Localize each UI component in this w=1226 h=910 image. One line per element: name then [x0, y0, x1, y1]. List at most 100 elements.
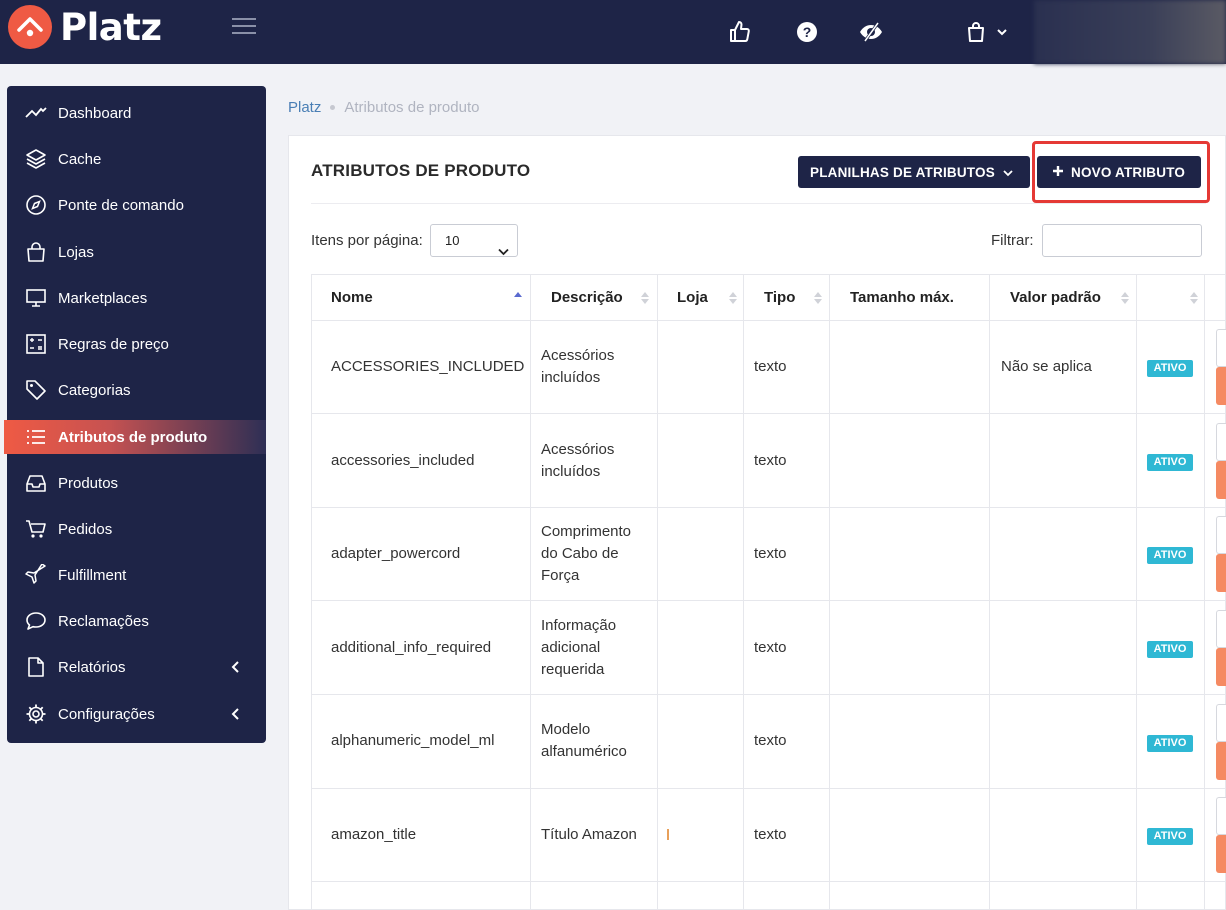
cell-description-line: alfanumérico	[541, 743, 627, 760]
filter-label: Filtrar:	[991, 232, 1034, 249]
column-header-valor-padrao[interactable]: Valor padrão	[1010, 275, 1101, 321]
chevron-left-icon	[231, 660, 241, 678]
edit-button[interactable]	[1216, 423, 1226, 461]
logo[interactable]: Platz	[8, 5, 162, 49]
delete-button[interactable]	[1216, 835, 1226, 873]
sidebar-item-atributos-de-produto[interactable]: Atributos de produto	[4, 420, 266, 454]
eye-slash-icon[interactable]	[858, 20, 882, 44]
sidebar-item-label: Lojas	[58, 243, 94, 261]
sidebar-item-label: Ponte de comando	[58, 196, 184, 214]
delete-button[interactable]	[1216, 648, 1226, 686]
cell-description-line: Modelo	[541, 721, 591, 738]
status-badge: ATIVO	[1147, 828, 1193, 845]
store-indicator	[667, 829, 669, 840]
table-header: Nome Descrição Loja Tipo Tamanho máx. Va…	[311, 275, 1226, 321]
status-badge: ATIVO	[1147, 547, 1193, 564]
logo-text: Platz	[60, 5, 162, 49]
cell-name: amazon_title	[331, 826, 417, 843]
table-row[interactable]: adapter_powercord Comprimento do Cabo de…	[311, 508, 1226, 601]
cell-type: texto	[754, 732, 787, 749]
delete-button[interactable]	[1216, 742, 1226, 780]
cell-description-line: requerida	[541, 661, 605, 678]
sidebar-item-cache[interactable]: Cache	[7, 142, 266, 176]
sort-icon[interactable]	[1190, 290, 1198, 306]
table-row[interactable]: additional_info_required Informação adic…	[311, 601, 1226, 695]
sidebar-item-marketplaces[interactable]: Marketplaces	[7, 281, 266, 315]
user-profile[interactable]	[1034, 0, 1226, 64]
cell-type: texto	[754, 452, 787, 469]
sidebar-item-lojas[interactable]: Lojas	[7, 235, 266, 269]
column-header-tipo[interactable]: Tipo	[764, 275, 795, 321]
sort-icon[interactable]	[729, 290, 737, 306]
sidebar-item-produtos[interactable]: Produtos	[7, 466, 266, 500]
sidebar-item-regras-de-preco[interactable]: Regras de preço	[7, 327, 266, 361]
plus-icon	[1052, 165, 1064, 180]
column-header-loja[interactable]: Loja	[677, 275, 708, 321]
chart-line-icon	[25, 102, 47, 124]
sidebar-item-reclamacoes[interactable]: Reclamações	[7, 604, 266, 638]
sidebar-item-ponte-de-comando[interactable]: Ponte de comando	[7, 188, 266, 222]
cell-description-line: do Cabo de	[541, 545, 619, 562]
cell-description-line: Força	[541, 567, 580, 584]
edit-button[interactable]	[1216, 329, 1226, 367]
menu-toggle-icon[interactable]	[232, 18, 256, 36]
sidebar-item-label: Atributos de produto	[58, 428, 208, 446]
cell-type: texto	[754, 639, 787, 656]
chevron-down-icon	[1003, 165, 1013, 180]
thumbs-up-icon[interactable]	[728, 20, 752, 44]
sidebar-item-fulfillment[interactable]: Fulfillment	[7, 558, 266, 592]
edit-button[interactable]	[1216, 516, 1226, 554]
store-dropdown[interactable]	[965, 20, 1011, 44]
sidebar-item-label: Pedidos	[58, 520, 113, 538]
status-badge: ATIVO	[1147, 735, 1193, 752]
delete-button[interactable]	[1216, 554, 1226, 592]
sort-icon[interactable]	[814, 290, 822, 306]
column-header-nome[interactable]: Nome	[331, 275, 373, 321]
sidebar-item-dashboard[interactable]: Dashboard	[7, 96, 266, 130]
table-row[interactable]	[311, 882, 1226, 910]
cell-description-line: Informação	[541, 617, 617, 634]
list-icon	[25, 426, 47, 448]
sidebar-item-configuracoes[interactable]: Configurações	[7, 697, 266, 731]
divider	[311, 203, 1206, 204]
sort-icon[interactable]	[641, 290, 649, 306]
platz-logo-icon	[8, 5, 52, 49]
delete-button[interactable]	[1216, 461, 1226, 499]
column-header-descricao[interactable]: Descrição	[551, 275, 623, 321]
sort-icon[interactable]	[1121, 290, 1129, 306]
sort-ascending-icon[interactable]	[514, 290, 522, 306]
column-header-tamanho-max[interactable]: Tamanho máx.	[850, 275, 954, 321]
edit-button[interactable]	[1216, 610, 1226, 648]
sidebar-item-label: Produtos	[58, 474, 119, 492]
cell-name: alphanumeric_model_ml	[331, 732, 495, 749]
attributes-card: ATRIBUTOS DE PRODUTO PLANILHAS DE ATRIBU…	[288, 135, 1226, 910]
attribute-sheets-label: PLANILHAS DE ATRIBUTOS	[810, 164, 995, 180]
table-row[interactable]: amazon_title Título Amazon texto ATIVO	[311, 789, 1226, 882]
new-attribute-button[interactable]: NOVO ATRIBUTO	[1037, 156, 1201, 188]
cell-default-value: Não se aplica	[1001, 358, 1092, 375]
attribute-sheets-dropdown-button[interactable]: PLANILHAS DE ATRIBUTOS	[798, 156, 1030, 188]
chat-icon	[25, 610, 47, 632]
sidebar-item-pedidos[interactable]: Pedidos	[7, 512, 266, 546]
sidebar-item-label: Categorias	[58, 381, 131, 399]
cell-description-line: Comprimento	[541, 523, 632, 540]
chevron-left-icon	[231, 707, 241, 725]
cell-type: texto	[754, 826, 787, 843]
help-icon[interactable]: ?	[795, 20, 819, 44]
table-row[interactable]: ACCESSORIES_INCLUDED Acessórios incluído…	[311, 321, 1226, 414]
table-row[interactable]: accessories_included Acessórios incluído…	[311, 414, 1226, 508]
delete-button[interactable]	[1216, 367, 1226, 405]
table-row[interactable]: alphanumeric_model_ml Modelo alfanuméric…	[311, 695, 1226, 789]
cell-type: texto	[754, 545, 787, 562]
per-page-select[interactable]: 10	[430, 224, 518, 257]
sidebar-item-categorias[interactable]: Categorias	[7, 373, 266, 407]
sidebar-item-relatorios[interactable]: Relatórios	[7, 650, 266, 684]
cell-type: texto	[754, 358, 787, 375]
edit-button[interactable]	[1216, 797, 1226, 835]
breadcrumb-separator	[330, 105, 336, 110]
breadcrumb-root-link[interactable]: Platz	[288, 99, 321, 116]
edit-button[interactable]	[1216, 704, 1226, 742]
calculator-icon	[25, 333, 47, 355]
page-title: ATRIBUTOS DE PRODUTO	[311, 161, 531, 180]
filter-input[interactable]	[1042, 224, 1202, 257]
